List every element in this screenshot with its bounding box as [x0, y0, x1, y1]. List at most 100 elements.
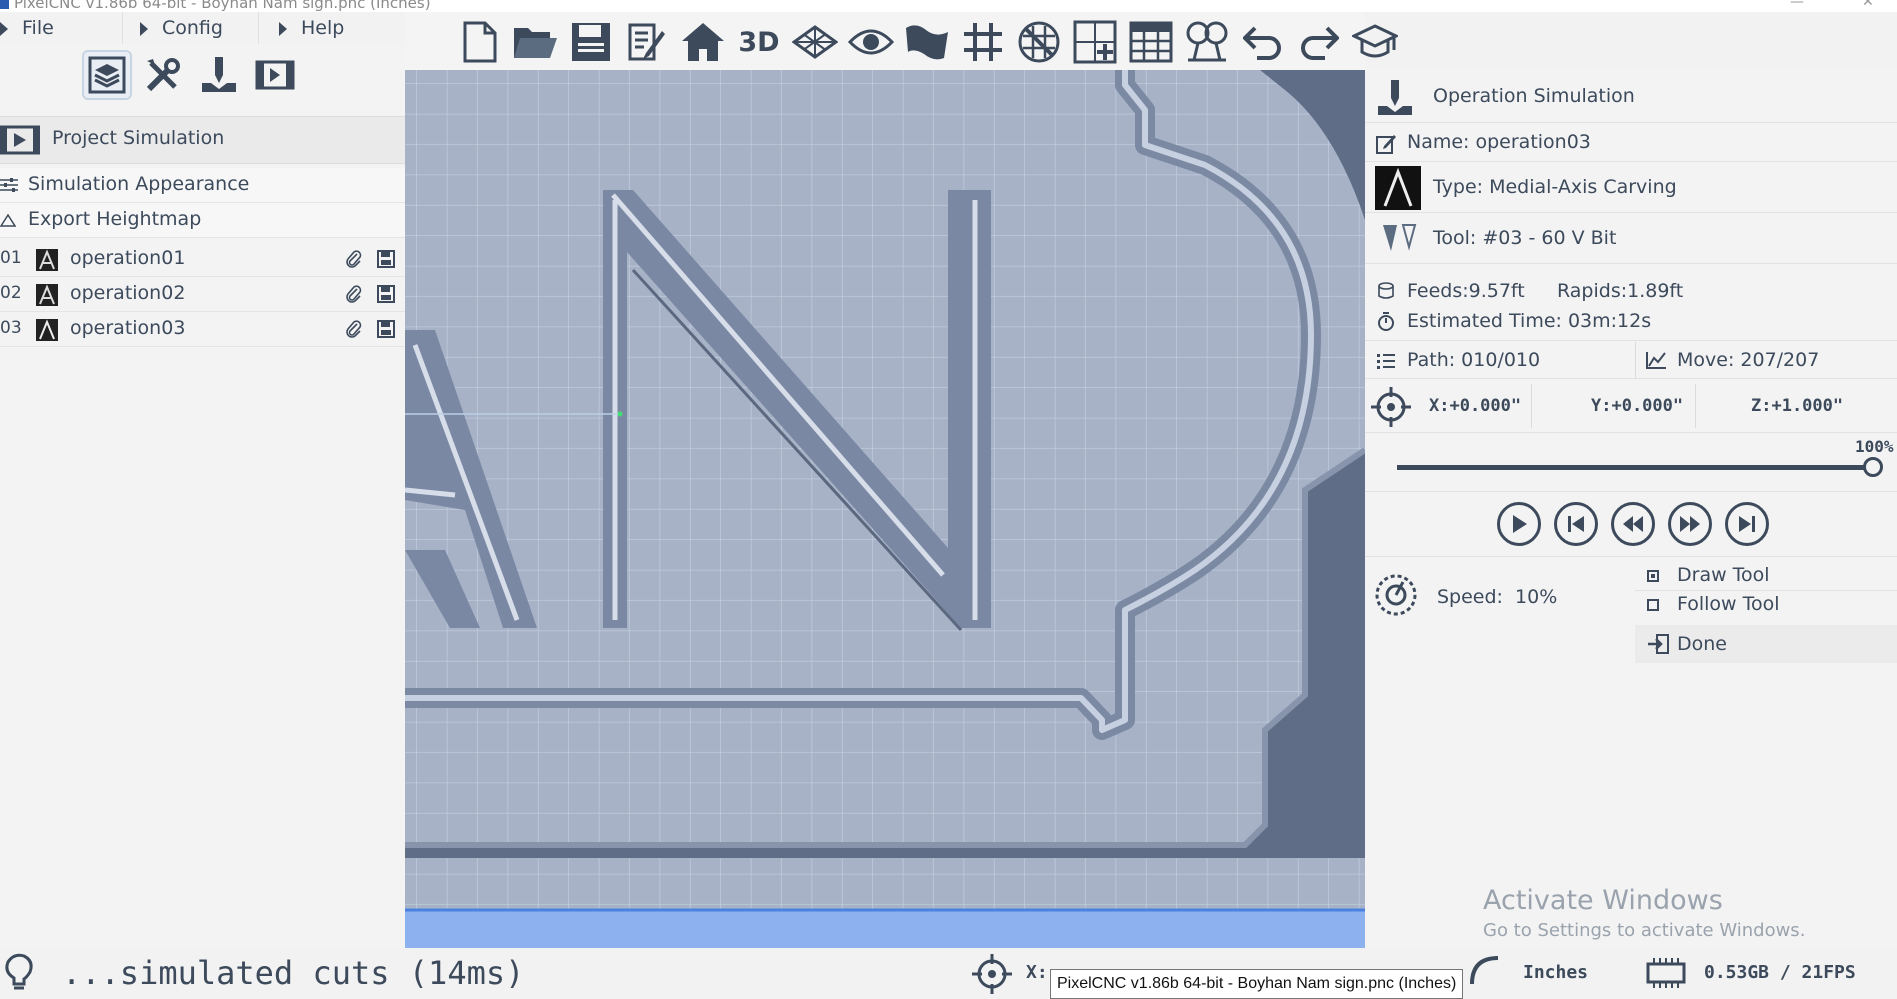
- draw-tool-checkbox[interactable]: Draw Tool: [1635, 562, 1897, 591]
- playback-controls: [1365, 492, 1897, 557]
- operation-number: 03: [0, 318, 22, 338]
- flag-icon[interactable]: [901, 16, 953, 68]
- save-icon[interactable]: [376, 319, 396, 339]
- speed-label: Speed: 10%: [1437, 586, 1558, 608]
- memory-chip-icon: [1646, 958, 1686, 988]
- status-message: ...simulated cuts (14ms): [62, 954, 525, 992]
- operation-type-row: Type: Medial-Axis Carving: [1365, 162, 1897, 213]
- film-icon[interactable]: [252, 52, 298, 98]
- operation-thumbnail: [36, 284, 58, 306]
- right-panel: Operation Simulation Name: operation03 T…: [1365, 70, 1897, 948]
- new-file-icon[interactable]: [453, 16, 505, 68]
- save-icon[interactable]: [376, 284, 396, 304]
- units-icon: [1470, 956, 1499, 985]
- menu-bar: File Config Help: [0, 12, 405, 44]
- follow-tool-checkbox[interactable]: Follow Tool: [1635, 591, 1897, 619]
- rewind-button[interactable]: [1611, 502, 1655, 546]
- table-icon[interactable]: [1125, 16, 1177, 68]
- tutorial-icon[interactable]: [1349, 16, 1401, 68]
- eye-icon[interactable]: [845, 16, 897, 68]
- progress-track[interactable]: [1397, 457, 1883, 477]
- add-image-icon[interactable]: [1069, 16, 1121, 68]
- paperclip-icon[interactable]: [344, 319, 364, 339]
- path-move-row: Path: 010/010 Move: 207/207: [1365, 342, 1897, 379]
- mode-icon-bar: [82, 50, 298, 100]
- cursor-coordinate: X:: [1026, 962, 1048, 983]
- 3d-view-icon[interactable]: 3D: [733, 16, 785, 68]
- speed-dial-icon: [1375, 574, 1417, 616]
- draw-tool-label: Draw Tool: [1677, 564, 1770, 586]
- window-tooltip: PixelCNC v1.86b 64-bit - Boyhan Nam sign…: [1050, 969, 1464, 999]
- follow-tool-check[interactable]: [1647, 599, 1659, 611]
- operation-icon: [1378, 80, 1412, 115]
- stopwatch-icon: [1378, 312, 1394, 331]
- units-label[interactable]: Inches: [1523, 962, 1588, 983]
- layers-icon[interactable]: [82, 50, 132, 100]
- paperclip-icon[interactable]: [344, 249, 364, 269]
- save-icon[interactable]: [565, 16, 617, 68]
- operation-type-label: Type: Medial-Axis Carving: [1433, 176, 1677, 198]
- watermark-title: Activate Windows: [1483, 885, 1723, 916]
- play-button[interactable]: [1497, 502, 1541, 546]
- simulation-appearance-button[interactable]: Simulation Appearance: [0, 168, 405, 203]
- simulation-viewport[interactable]: [405, 70, 1365, 948]
- minimize-icon[interactable]: —: [1790, 0, 1804, 10]
- operation-row[interactable]: 02 operation02: [0, 277, 405, 312]
- feeds-row: Feeds:9.57ft Rapids:1.89ft: [1365, 276, 1897, 306]
- divider: [1695, 384, 1696, 428]
- skip-end-button[interactable]: [1725, 502, 1769, 546]
- operation-simulation-header: Operation Simulation: [1365, 70, 1897, 123]
- chart-icon: [1646, 352, 1666, 369]
- grid-icon[interactable]: [957, 16, 1009, 68]
- export-heightmap-button[interactable]: Export Heightmap: [0, 203, 405, 238]
- left-panel: Project Simulation Simulation Appearance…: [0, 44, 405, 949]
- lightbulb-icon: [5, 953, 33, 990]
- tool-position-marker: [617, 411, 623, 417]
- open-folder-icon[interactable]: [509, 16, 561, 68]
- skip-start-button[interactable]: [1554, 502, 1598, 546]
- operation-name: operation02: [70, 282, 186, 304]
- divider: [1531, 384, 1532, 428]
- redo-icon[interactable]: [1293, 16, 1345, 68]
- progress-slider-handle[interactable]: [1863, 457, 1883, 477]
- coordinates-row: X:+0.000" Y:+0.000" Z:+1.000": [1365, 380, 1897, 433]
- operation-name-row[interactable]: Name: operation03: [1365, 123, 1897, 162]
- edit-icon[interactable]: [621, 16, 673, 68]
- y-coordinate: Y:+0.000": [1591, 396, 1684, 416]
- no-grid-icon[interactable]: [1013, 16, 1065, 68]
- progress-fill: [1397, 465, 1873, 470]
- menu-config[interactable]: Config: [140, 12, 259, 44]
- menu-help-label: Help: [301, 17, 345, 39]
- export-heightmap-label: Export Heightmap: [28, 208, 202, 230]
- paperclip-icon[interactable]: [344, 284, 364, 304]
- feeds-label: Feeds:9.57ft: [1407, 280, 1525, 302]
- undo-icon[interactable]: [1237, 16, 1289, 68]
- project-simulation-header[interactable]: Project Simulation: [0, 116, 405, 164]
- tool-label: Tool: #03 - 60 V Bit: [1433, 227, 1617, 249]
- save-icon[interactable]: [376, 249, 396, 269]
- watermark-subtitle: Go to Settings to activate Windows.: [1483, 920, 1806, 941]
- main-toolbar: 3D: [405, 12, 1398, 70]
- draw-tool-check[interactable]: [1647, 570, 1659, 582]
- done-button[interactable]: Done: [1635, 625, 1897, 663]
- operation-row[interactable]: 01 operation01: [0, 242, 405, 277]
- operation-row[interactable]: 03 operation03: [0, 312, 405, 347]
- grid-plane-icon[interactable]: [789, 16, 841, 68]
- floor-plane: [405, 910, 1365, 948]
- tool-row[interactable]: Tool: #03 - 60 V Bit: [1365, 213, 1897, 264]
- film-icon: [0, 125, 40, 155]
- simulation-appearance-label: Simulation Appearance: [28, 173, 250, 195]
- close-icon[interactable]: ✕: [1862, 0, 1874, 10]
- progress-percent: 100%: [1855, 437, 1894, 456]
- operation-number: 02: [0, 283, 22, 303]
- menu-help[interactable]: Help: [279, 12, 405, 44]
- rapids-label: Rapids:1.89ft: [1557, 280, 1684, 302]
- feeds-icon: [1378, 282, 1394, 299]
- operation-icon[interactable]: [196, 52, 242, 98]
- measure-icon[interactable]: [1181, 16, 1233, 68]
- menu-file[interactable]: File: [0, 12, 123, 44]
- tools-icon[interactable]: [140, 52, 186, 98]
- home-view-icon[interactable]: [677, 16, 729, 68]
- x-coordinate: X:+0.000": [1429, 396, 1522, 416]
- fast-forward-button[interactable]: [1668, 502, 1712, 546]
